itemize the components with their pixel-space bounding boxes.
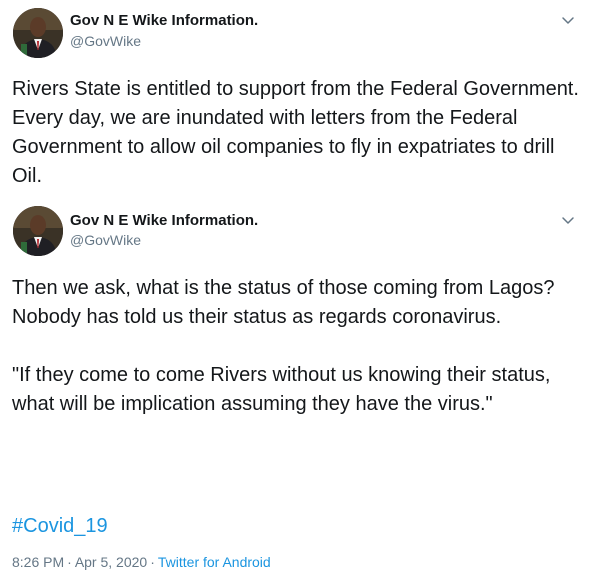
avatar[interactable]	[13, 8, 63, 58]
display-name[interactable]: Gov N E Wike Information.	[70, 12, 258, 29]
tweet-1: Gov N E Wike Information. @GovWike River…	[0, 0, 590, 200]
display-name[interactable]: Gov N E Wike Information.	[70, 212, 258, 229]
tweet-text: Then we ask, what is the status of those…	[12, 277, 555, 415]
tweet-2: Gov N E Wike Information. @GovWike Then …	[0, 200, 590, 580]
user-handle[interactable]: @GovWike	[70, 33, 141, 49]
user-handle[interactable]: @GovWike	[70, 232, 141, 248]
tweet-date[interactable]: Apr 5, 2020	[75, 554, 147, 570]
chevron-down-icon[interactable]	[560, 12, 576, 28]
tweet-text: Rivers State is entitled to support from…	[12, 78, 590, 187]
tweet-source-link[interactable]: Twitter for Android	[158, 554, 271, 570]
tweet-time[interactable]: 8:26 PM	[12, 554, 64, 570]
tweet-meta: 8:26 PM · Apr 5, 2020 · Twitter for Android	[12, 554, 271, 570]
avatar[interactable]	[13, 206, 63, 256]
separator: ·	[150, 554, 155, 570]
chevron-down-icon[interactable]	[560, 212, 576, 228]
separator: ·	[67, 554, 72, 570]
hashtag-link[interactable]: #Covid_19	[12, 512, 108, 541]
